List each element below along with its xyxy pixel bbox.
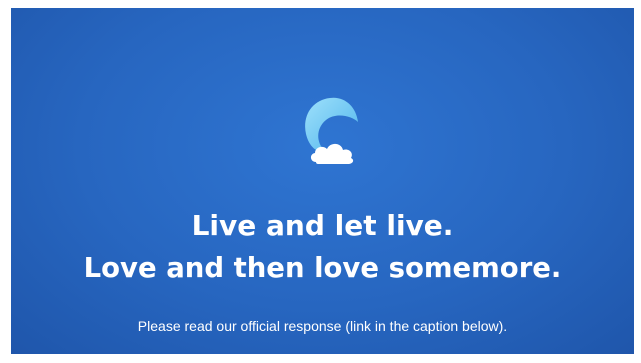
headline-line-1: Live and let live. [191,209,454,242]
wave-cloud-logo-icon [305,97,358,164]
announcement-card: Live and let live. Love and then love so… [11,8,634,354]
caption-note: Please read our official response (link … [137,318,508,334]
headline-line-2: Love and then love somemore. [83,252,562,284]
